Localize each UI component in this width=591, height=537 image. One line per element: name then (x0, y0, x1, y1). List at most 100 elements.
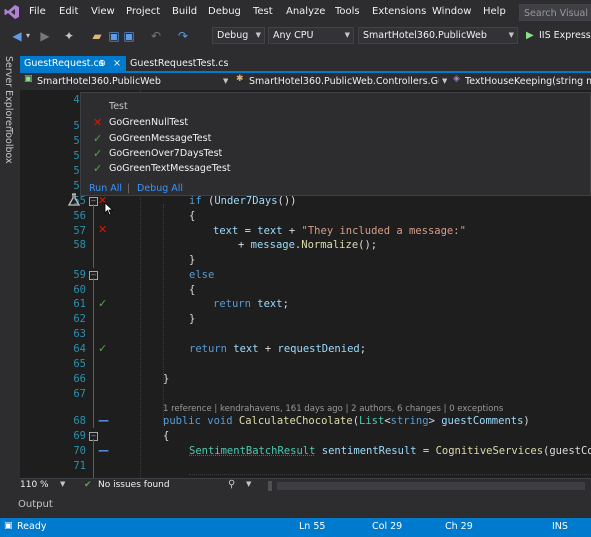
pin-icon[interactable]: ⊕ (98, 56, 106, 72)
mouse-cursor-icon (104, 202, 114, 216)
test-pass-icon[interactable]: ✓ (98, 342, 107, 356)
status-line[interactable]: Ln 55 (299, 521, 325, 532)
chevron-down-icon[interactable]: ▼ (246, 480, 251, 488)
toolbox-tab[interactable]: Toolbox (3, 128, 14, 164)
coverage-dash-icon: — (98, 444, 109, 457)
test-pass-icon[interactable]: ✓ (98, 297, 107, 311)
output-tab[interactable]: Output (18, 499, 53, 510)
menu-bar: File Edit View Project Build Debug Test … (0, 0, 591, 24)
platform-dropdown[interactable]: Any CPU ▼ (268, 27, 354, 44)
save-icon[interactable]: ▣ (107, 27, 121, 45)
left-tool-rail: Server Explorer Toolbox (0, 48, 20, 518)
menu-project[interactable]: Project (126, 6, 160, 17)
menu-extensions[interactable]: Extensions (372, 6, 426, 17)
tab-guestrequest[interactable]: GuestRequest.cs ⊕ × (20, 56, 126, 72)
line-number: 65 (73, 358, 86, 370)
zoom-level[interactable]: 110 % (20, 480, 49, 490)
menu-view[interactable]: View (91, 6, 115, 17)
chevron-down-icon[interactable]: ▼ (60, 480, 65, 488)
issues-status[interactable]: No issues found (98, 480, 170, 490)
code-line-58[interactable]: + message.Normalize(); (238, 238, 377, 252)
line-number: 61 (73, 298, 86, 310)
test-pass-icon: ✓ (93, 147, 103, 160)
menu-debug[interactable]: Debug (208, 6, 241, 17)
config-value: Debug (217, 30, 249, 41)
line-number: 64 (73, 343, 86, 355)
toolbar: ◀ ▾ ▶ ✦ ▰ ▣ ▣ ↶ ↷ Debug ▼ Any CPU ▼ SmartH… (0, 24, 591, 48)
undo-icon[interactable]: ↶ (149, 27, 163, 45)
menu-file[interactable]: File (29, 6, 46, 17)
code-line-59[interactable]: } (189, 253, 195, 267)
run-icon[interactable]: ▶ (526, 30, 534, 41)
code-line-65[interactable]: return text + requestDenied; (189, 342, 366, 356)
search-input[interactable]: Search Visual S (519, 4, 591, 21)
platform-value: Any CPU (273, 30, 314, 41)
run-button[interactable]: IIS Express (539, 30, 591, 41)
line-number: 67 (73, 388, 86, 400)
config-dropdown[interactable]: Debug ▼ (212, 27, 265, 44)
status-char[interactable]: Ch 29 (445, 521, 473, 532)
status-ready: Ready (17, 521, 47, 532)
project-icon: ▣ (24, 74, 33, 84)
new-project-icon[interactable]: ✦ (62, 27, 76, 45)
menu-edit[interactable]: Edit (59, 6, 78, 17)
code-line-67[interactable]: } (163, 372, 169, 386)
menu-help[interactable]: Help (483, 6, 506, 17)
forward-icon[interactable]: ▶ (38, 27, 52, 45)
menu-window[interactable]: Window (432, 6, 471, 17)
tab-label: GuestRequest.cs (24, 58, 104, 69)
status-column[interactable]: Col 29 (372, 521, 402, 532)
menu-analyze[interactable]: Analyze (286, 6, 325, 17)
navigation-bar: ▣ SmartHotel360.PublicWeb ▼ ✱ SmartHotel… (20, 73, 591, 91)
line-number: 60 (73, 284, 86, 296)
project-dropdown[interactable]: SmartHotel360.PublicWeb (37, 74, 217, 89)
menu-tools[interactable]: Tools (335, 6, 360, 17)
link-separator: | (127, 183, 131, 194)
code-line-62[interactable]: return text; (213, 297, 289, 311)
open-folder-icon[interactable]: ▰ (90, 27, 104, 45)
debug-all-link[interactable]: Debug All (137, 183, 183, 194)
status-insert-mode[interactable]: INS (552, 521, 568, 532)
line-number: 63 (73, 328, 86, 340)
chevron-down-icon: ▼ (344, 31, 350, 39)
startup-project-value: SmartHotel360.PublicWeb (363, 30, 487, 41)
line-number: 69 (73, 430, 86, 442)
coverage-dash-icon: — (98, 414, 109, 427)
line-number: 56 (73, 210, 86, 222)
close-icon[interactable]: × (113, 56, 121, 72)
horizontal-scrollbar[interactable] (277, 482, 585, 490)
code-line-69[interactable]: public void CalculateChocolate(List<stri… (163, 414, 530, 428)
menu-build[interactable]: Build (172, 6, 197, 17)
save-all-icon[interactable]: ▣ (122, 27, 136, 45)
code-line-71[interactable]: SentimentBatchResult sentimentResult = C… (189, 444, 591, 458)
check-circle-icon: ✔ (84, 480, 92, 490)
code-line-60[interactable]: else (189, 268, 214, 282)
test-item-gogreenmessagetest[interactable]: GoGreenMessageTest (109, 133, 211, 144)
back-icon[interactable]: ◀ (10, 27, 24, 45)
test-item-gogreennulltest[interactable]: GoGreenNullTest (109, 117, 188, 128)
test-fail-icon: ✕ (93, 116, 103, 129)
status-bar: ▣ Ready Ln 55 Col 29 Ch 29 INS (0, 518, 591, 537)
cleanup-brush-icon[interactable]: ⚲ (228, 479, 235, 490)
class-dropdown[interactable]: SmartHotel360.PublicWeb.Controllers.Gues… (249, 74, 439, 89)
tab-guestrequesttest[interactable]: GuestRequestTest.cs (126, 56, 246, 72)
test-item-gogreenover7daystest[interactable]: GoGreenOver7DaysTest (109, 148, 222, 159)
line-number: 70 (73, 445, 86, 457)
menu-test[interactable]: Test (253, 6, 273, 17)
test-flask-icon[interactable] (67, 193, 81, 207)
code-line-56[interactable]: { (189, 209, 195, 223)
test-fail-icon[interactable]: ✕ (98, 223, 107, 237)
test-item-gogreentextmessagetest[interactable]: GoGreenTextMessageTest (109, 163, 231, 174)
redo-icon[interactable]: ↷ (176, 27, 190, 45)
code-line-70[interactable]: { (163, 429, 169, 443)
server-explorer-tab[interactable]: Server Explorer (3, 56, 14, 130)
chevron-down-icon: ▼ (223, 77, 229, 85)
code-line-61[interactable]: { (189, 283, 195, 297)
code-line-57[interactable]: text = text + "They included a message:" (213, 224, 466, 238)
member-dropdown[interactable]: TextHouseKeeping(string mes (465, 74, 591, 89)
test-results-popup: Test ✕ GoGreenNullTest ✓ GoGreenMessageT… (80, 92, 591, 196)
startup-project-dropdown[interactable]: SmartHotel360.PublicWeb ▼ (358, 27, 518, 44)
code-line-63[interactable]: } (189, 312, 195, 326)
run-all-link[interactable]: Run All (89, 183, 122, 194)
code-line-55[interactable]: if (Under7Days()) (189, 194, 297, 208)
